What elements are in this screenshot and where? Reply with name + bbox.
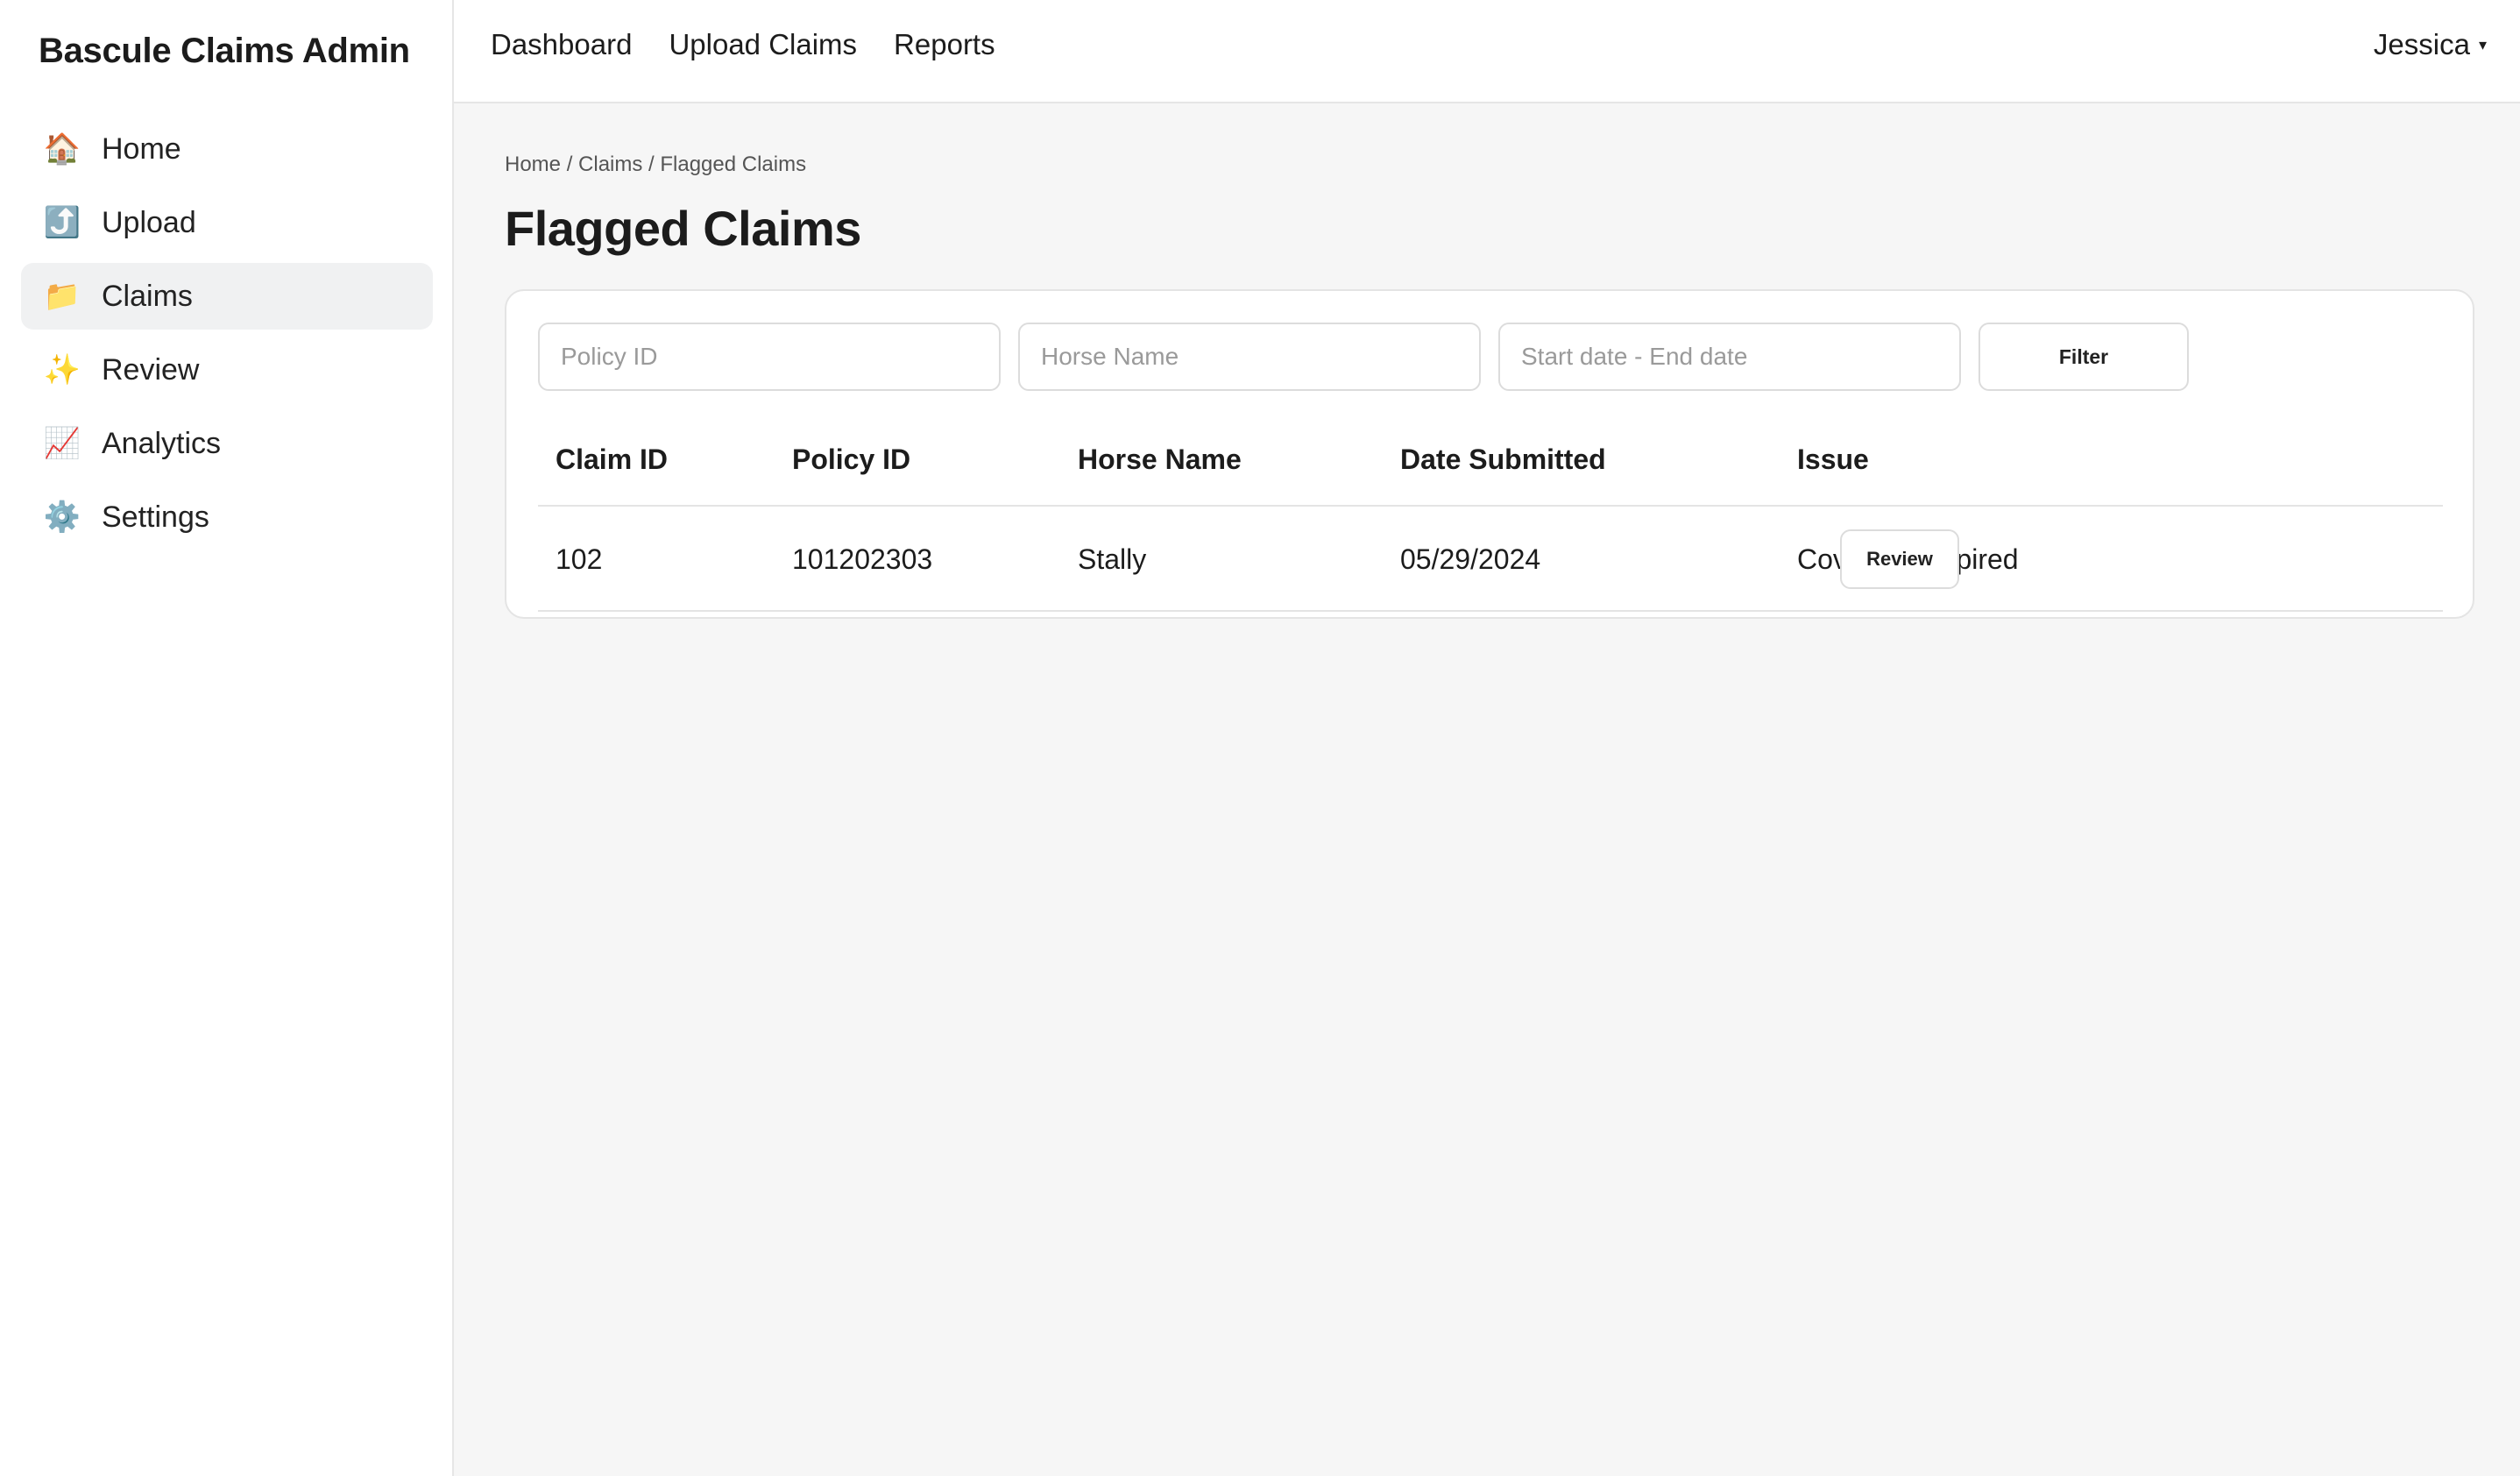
column-header-issue: Issue xyxy=(1797,444,1869,475)
user-menu[interactable]: Jessica ▾ xyxy=(2374,28,2487,61)
sidebar-item-label: Analytics xyxy=(102,426,222,460)
sidebar-item-settings[interactable]: ⚙️ Settings xyxy=(21,484,433,550)
home-icon: 🏠 xyxy=(43,132,81,166)
column-header-date-submitted: Date Submitted xyxy=(1400,444,1606,475)
sidebar-item-claims[interactable]: 📁 Claims xyxy=(21,263,433,330)
sidebar-item-label: Home xyxy=(102,131,181,166)
sidebar-item-label: Claims xyxy=(102,279,193,313)
review-button[interactable]: Review xyxy=(1840,529,1959,589)
topbar: Dashboard Upload Claims Reports Jessica … xyxy=(454,0,2520,103)
cell-claim-id: 102 xyxy=(556,543,603,575)
column-header-horse-name: Horse Name xyxy=(1078,444,1242,475)
nav-link-dashboard[interactable]: Dashboard xyxy=(491,28,632,61)
folder-icon: 📁 xyxy=(43,280,81,313)
cell-horse-name: Stally xyxy=(1078,543,1147,575)
sidebar-item-home[interactable]: 🏠 Home xyxy=(21,116,433,182)
sidebar-item-review[interactable]: ✨ Review xyxy=(21,337,433,403)
sidebar-item-upload[interactable]: ⤴️ Upload xyxy=(21,189,433,256)
nav-link-upload-claims[interactable]: Upload Claims xyxy=(669,28,857,61)
claims-card: Filter Claim ID Policy ID Horse Name Dat… xyxy=(505,289,2474,619)
sidebar-item-label: Review xyxy=(102,352,200,387)
cell-date-submitted: 05/29/2024 xyxy=(1400,543,1541,575)
user-name: Jessica xyxy=(2373,28,2470,60)
upload-icon: ⤴️ xyxy=(43,206,81,239)
horse-name-input[interactable] xyxy=(1018,323,1481,391)
date-range-input[interactable] xyxy=(1498,323,1961,391)
table-row: 102 101202303 Stally 05/29/2024 Coverage… xyxy=(538,507,2443,612)
claims-table: Claim ID Policy ID Horse Name Date Submi… xyxy=(538,405,2443,612)
sidebar: Bascule Claims Admin 🏠 Home ⤴️ Upload 📁 … xyxy=(0,0,454,1476)
policy-id-input[interactable] xyxy=(538,323,1001,391)
chevron-down-icon: ▾ xyxy=(2478,35,2487,53)
sidebar-item-analytics[interactable]: 📈 Analytics xyxy=(21,410,433,477)
filter-button[interactable]: Filter xyxy=(1978,323,2189,391)
sparkles-icon: ✨ xyxy=(43,353,81,387)
chart-icon: 📈 xyxy=(43,427,81,460)
nav-link-reports[interactable]: Reports xyxy=(894,28,995,61)
sidebar-item-label: Upload xyxy=(102,205,196,239)
app-root: Bascule Claims Admin 🏠 Home ⤴️ Upload 📁 … xyxy=(0,0,2520,1476)
column-header-policy-id: Policy ID xyxy=(792,444,911,475)
page-title: Flagged Claims xyxy=(505,201,861,256)
gear-icon: ⚙️ xyxy=(43,500,81,534)
cell-policy-id: 101202303 xyxy=(792,543,933,575)
table-header: Claim ID Policy ID Horse Name Date Submi… xyxy=(538,405,2443,507)
app-title: Bascule Claims Admin xyxy=(39,32,410,70)
sidebar-nav: 🏠 Home ⤴️ Upload 📁 Claims ✨ Review 📈 Ana… xyxy=(21,116,433,557)
top-nav: Dashboard Upload Claims Reports xyxy=(491,28,1032,61)
breadcrumb: Home / Claims / Flagged Claims xyxy=(505,153,807,176)
sidebar-item-label: Settings xyxy=(102,500,209,534)
column-header-claim-id: Claim ID xyxy=(556,444,669,475)
